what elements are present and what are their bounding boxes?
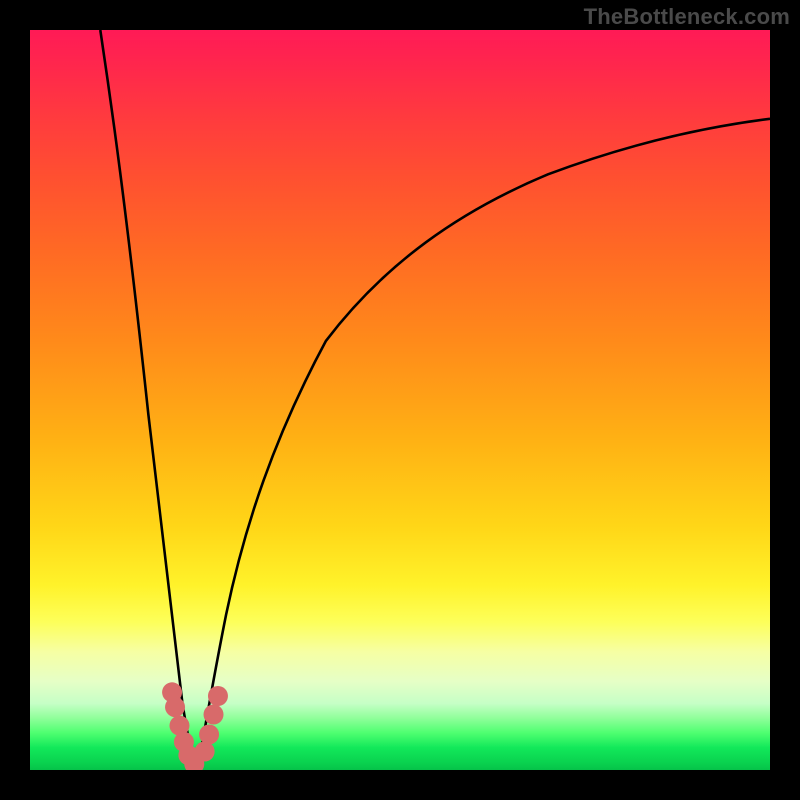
curve-layer <box>30 30 770 770</box>
bottleneck-curve-left <box>100 30 197 770</box>
plot-area <box>30 30 770 770</box>
bottleneck-curve-right <box>197 119 770 770</box>
marker-cluster-right <box>195 686 228 761</box>
watermark-text: TheBottleneck.com <box>584 4 790 30</box>
chart-frame: TheBottleneck.com <box>0 0 800 800</box>
